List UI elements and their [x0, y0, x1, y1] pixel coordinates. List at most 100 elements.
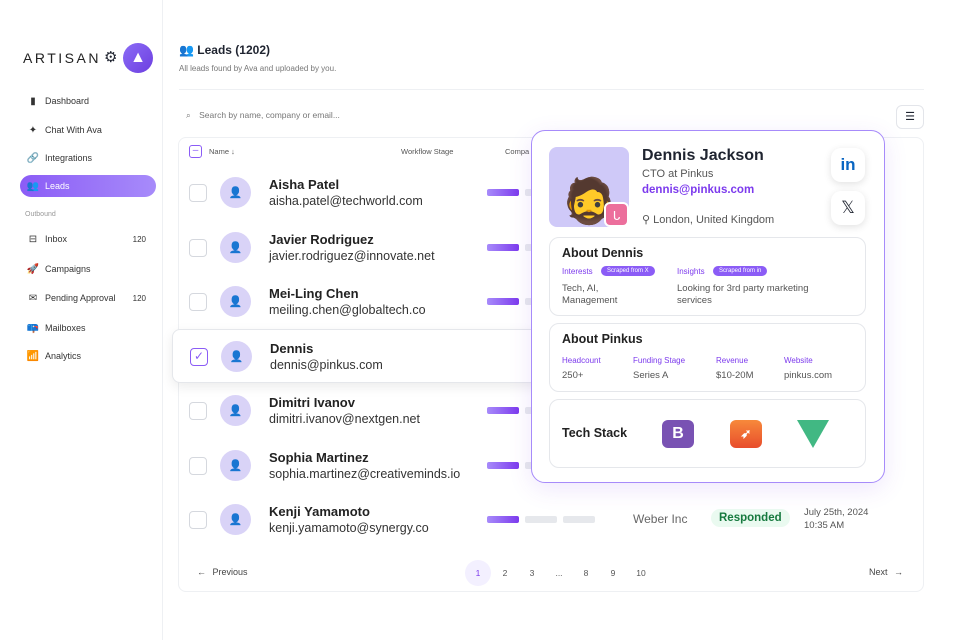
stage-segment: [487, 244, 519, 251]
lead-email: sophia.martinez@creativeminds.io: [269, 467, 461, 481]
sidebar-item-pending[interactable]: ✉ Pending Approval 120: [20, 287, 156, 309]
website-value[interactable]: pinkus.com: [784, 370, 832, 382]
section-title: Tech Stack: [562, 426, 628, 440]
select-all-checkbox[interactable]: –: [189, 145, 202, 158]
profile-email[interactable]: dennis@pinkus.com: [642, 184, 754, 196]
stage-segment: [525, 516, 557, 523]
dashboard-icon: ▮: [30, 95, 36, 107]
revenue-value: $10-20M: [716, 370, 754, 381]
vue-icon: [797, 420, 829, 448]
column-header-company[interactable]: Compa: [505, 147, 529, 156]
sidebar-item-inbox[interactable]: ⊟ Inbox 120: [20, 228, 156, 250]
row-checkbox[interactable]: [189, 457, 207, 475]
lead-name: Sophia Martinez: [269, 450, 369, 465]
company-cell: Weber Inc: [633, 512, 688, 526]
brand-logo: ARTISAN: [23, 50, 101, 66]
interests-label: Interests: [562, 267, 593, 276]
row-checkbox[interactable]: ✓: [190, 348, 208, 366]
arrow-right-icon: →: [894, 567, 904, 577]
table-row[interactable]: 👤 Aisha Patel aisha.patel@techworld.com: [178, 166, 595, 220]
users-icon: 👥: [26, 180, 40, 192]
sidebar-item-integrations[interactable]: 🔗 Integrations: [20, 147, 156, 169]
column-header-name[interactable]: Name ↓: [209, 147, 235, 156]
search-input[interactable]: ⌕ Search by name, company or email...: [186, 110, 340, 121]
label: Name: [209, 147, 230, 156]
table-row[interactable]: 👤 Sophia Martinez sophia.martinez@creati…: [178, 439, 595, 493]
page-1[interactable]: 1: [465, 560, 491, 586]
x-button[interactable]: 𝕏: [831, 191, 865, 225]
table-row[interactable]: 👤 Dimitri Ivanov dimitri.ivanov@nextgen.…: [178, 384, 595, 438]
page-8[interactable]: 8: [573, 560, 599, 586]
sidebar-item-dashboard[interactable]: ▮ Dashboard: [20, 90, 156, 112]
lead-name: Dennis: [270, 341, 314, 356]
page-title: 👥 Leads (1202): [179, 43, 270, 57]
table-row[interactable]: ✓ 👤 Dennis dennis@pinkus.com: [172, 329, 542, 383]
avatar: 👤: [220, 450, 251, 481]
section-label: Outbound: [25, 211, 56, 218]
revenue-label: Revenue: [716, 356, 749, 365]
sidebar-item-chat[interactable]: ✦ Chat With Ava: [20, 119, 156, 141]
label: Next: [869, 567, 888, 577]
table-row[interactable]: 👤 Mei-Ling Chen meiling.chen@globaltech.…: [178, 275, 595, 329]
workflow-stage: [487, 516, 595, 523]
count-badge: 120: [132, 234, 146, 244]
filter-button[interactable]: ☰: [896, 105, 924, 129]
avatar: 👤: [221, 341, 252, 372]
linkedin-button[interactable]: in: [831, 148, 865, 182]
label: Inbox: [45, 234, 68, 244]
date: July 25th, 2024: [804, 507, 869, 518]
sidebar-item-mailboxes[interactable]: 📪 Mailboxes: [20, 317, 156, 339]
label: Campaigns: [45, 264, 91, 274]
label: Chat With Ava: [45, 125, 102, 135]
bootstrap-icon: B: [662, 420, 694, 448]
row-checkbox[interactable]: [189, 293, 207, 311]
stage-segment: [487, 516, 519, 523]
page-3[interactable]: 3: [519, 560, 545, 586]
label: Previous: [212, 567, 248, 577]
sidebar-item-leads[interactable]: 👥 Leads: [20, 175, 156, 197]
page-9[interactable]: 9: [600, 560, 626, 586]
page-2[interactable]: 2: [492, 560, 518, 586]
next-button[interactable]: Next →: [869, 567, 903, 577]
profile-role: CTO at Pinkus: [642, 168, 714, 180]
date-cell: July 25th, 2024 10:35 AM: [804, 506, 868, 532]
column-header-stage[interactable]: Workflow Stage: [401, 147, 453, 156]
user-avatar[interactable]: ▲: [123, 43, 153, 73]
table-row[interactable]: 👤 Kenji Yamamoto kenji.yamamoto@synergy.…: [178, 493, 595, 547]
section-title: About Pinkus: [562, 332, 643, 346]
scraped-badge: Scraped from X: [601, 266, 655, 276]
stage-segment: [487, 462, 519, 469]
profile-name: Dennis Jackson: [642, 147, 764, 164]
funding-value: Series A: [633, 370, 669, 381]
table-row[interactable]: 👤 Javier Rodriguez javier.rodriguez@inno…: [178, 221, 595, 275]
stage-segment: [563, 516, 595, 523]
lead-name: Dimitri Ivanov: [269, 395, 355, 410]
arrow-left-icon: ←: [197, 567, 206, 577]
sidebar-item-analytics[interactable]: 📶 Analytics: [20, 345, 156, 367]
users-icon: 👥: [179, 43, 198, 57]
interests-value: Tech, AI, Management: [562, 283, 618, 306]
lead-email: dimitri.ivanov@nextgen.net: [269, 412, 420, 426]
lead-email: kenji.yamamoto@synergy.co: [269, 521, 429, 535]
lead-name: Javier Rodriguez: [269, 232, 374, 247]
row-checkbox[interactable]: [189, 184, 207, 202]
envelope-icon: ✉: [28, 292, 38, 304]
chart-icon: 📶: [26, 350, 40, 362]
location-pin-icon: ⚲: [642, 214, 654, 226]
sidebar-item-campaigns[interactable]: 🚀 Campaigns: [20, 258, 156, 280]
lead-name: Aisha Patel: [269, 177, 340, 192]
sidebar: ARTISAN ⚙ ▲ ▮ Dashboard ✦ Chat With Ava 🔗 I…: [0, 0, 163, 640]
count-badge: 120: [132, 293, 146, 303]
row-checkbox[interactable]: [189, 402, 207, 420]
lead-email: dennis@pinkus.com: [270, 358, 383, 372]
page-10[interactable]: 10: [628, 560, 654, 586]
row-checkbox[interactable]: [189, 239, 207, 257]
profile-location: ⚲ London, United Kingdom: [642, 213, 774, 226]
row-checkbox[interactable]: [189, 511, 207, 529]
headcount-label: Headcount: [562, 356, 601, 365]
linkedin-icon: in: [840, 155, 856, 174]
previous-button[interactable]: ← Previous: [197, 567, 248, 577]
gear-icon[interactable]: ⚙: [104, 48, 117, 66]
lead-email: aisha.patel@techworld.com: [269, 194, 423, 208]
scraped-badge: Scraped from in: [713, 266, 768, 276]
